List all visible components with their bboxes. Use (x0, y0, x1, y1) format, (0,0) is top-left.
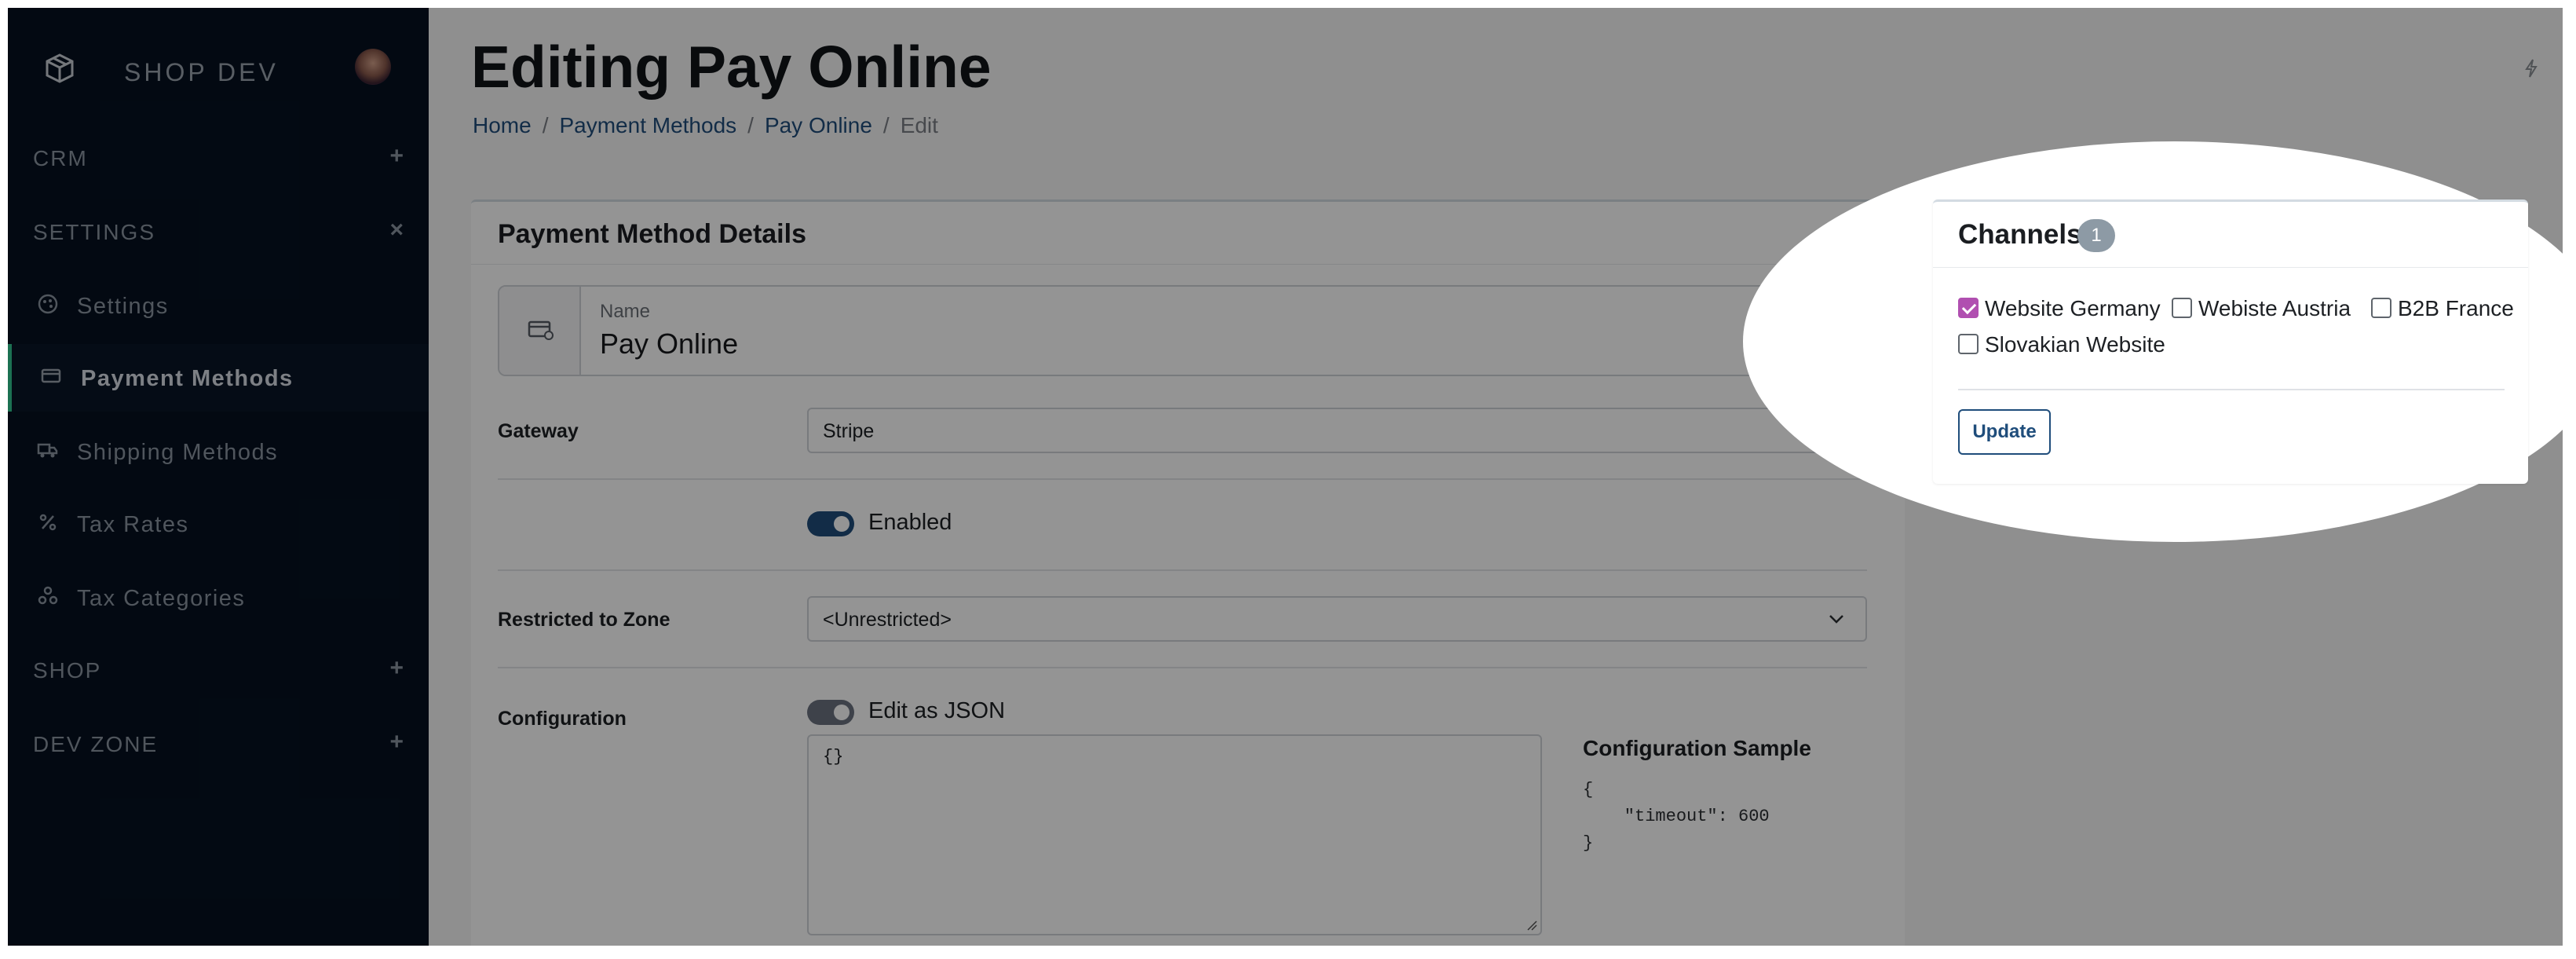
breadcrumb-separator: / (747, 113, 754, 137)
gift-box-logo-icon (46, 53, 74, 83)
chevron-down-icon (1829, 615, 1843, 624)
checkbox[interactable] (1958, 298, 1979, 318)
breadcrumb-pay-online[interactable]: Pay Online (765, 113, 872, 137)
channels-title: Channels (1958, 219, 2082, 250)
edit-as-json-label: Edit as JSON (868, 698, 1006, 723)
enabled-toggle[interactable] (807, 511, 854, 536)
gateway-select[interactable]: Stripe (807, 408, 1867, 453)
brand: SHOP DEV (31, 30, 408, 93)
truck-icon (37, 443, 58, 458)
sidebar-item-tax-rates[interactable]: Tax Rates (8, 490, 429, 558)
sidebar-item-tax-categories[interactable]: Tax Categories (8, 564, 429, 631)
enabled-label: Enabled (868, 510, 952, 535)
sidebar-item-label: Settings (77, 294, 169, 319)
channel-label: Website Germany (1985, 296, 2161, 320)
nav-group-label: DEV ZONE (33, 732, 159, 756)
update-button[interactable]: Update (1958, 409, 2051, 455)
configuration-label: Configuration (498, 708, 627, 730)
breadcrumb-current: Edit (900, 113, 938, 137)
page-title: Editing Pay Online (471, 34, 992, 100)
expand-icon[interactable]: + (389, 143, 404, 170)
edit-as-json-toggle[interactable] (807, 700, 854, 725)
divider (498, 478, 1867, 480)
gateway-select-value: Stripe (823, 420, 875, 442)
divider (1958, 389, 2505, 390)
configuration-sample-title: Configuration Sample (1583, 736, 1811, 760)
sidebar-item-label: Payment Methods (81, 366, 294, 391)
payment-method-details-card: Payment Method Details Name Pay Online G… (471, 199, 1905, 946)
channel-label: B2B France (2398, 296, 2514, 320)
breadcrumb-separator: / (882, 113, 890, 137)
credit-card-icon (41, 368, 61, 383)
name-input[interactable]: Pay Online (600, 328, 738, 361)
collapse-icon[interactable]: × (389, 217, 404, 243)
breadcrumb-home[interactable]: Home (473, 113, 532, 137)
avatar[interactable] (355, 49, 391, 85)
breadcrumb-payment-methods[interactable]: Payment Methods (559, 113, 736, 137)
nav-group-label: SETTINGS (33, 220, 156, 244)
divider (498, 667, 1867, 668)
breadcrumb-separator: / (542, 113, 549, 137)
resize-grip-icon[interactable] (1525, 918, 1537, 931)
sidebar-item-label: Shipping Methods (77, 440, 279, 465)
channel-checkbox-website-germany[interactable]: Website Germany (1958, 295, 2162, 321)
checkbox[interactable] (2172, 298, 2192, 318)
sidebar-item-settings[interactable]: Settings (8, 272, 429, 339)
nav-group-shop[interactable]: SHOP + (8, 638, 429, 701)
checkbox[interactable] (1958, 334, 1979, 354)
zone-select[interactable]: <Unrestricted> (807, 596, 1867, 642)
divider (498, 569, 1867, 571)
channel-checkbox-slovakian-website[interactable]: Slovakian Website (1958, 331, 2186, 357)
percent-icon (39, 514, 57, 531)
configuration-sample-code: { "timeout": 600 } (1583, 780, 1770, 853)
zone-label: Restricted to Zone (498, 609, 670, 631)
checkbox[interactable] (2371, 298, 2391, 318)
credit-card-icon (528, 320, 554, 340)
channels-count-badge: 1 (2077, 219, 2115, 252)
nav-group-dev-zone[interactable]: DEV ZONE + (8, 712, 429, 774)
configuration-json-textarea[interactable]: {} (807, 734, 1542, 935)
name-field[interactable]: Name Pay Online (498, 285, 1867, 376)
nav-group-settings[interactable]: SETTINGS × (8, 199, 429, 262)
sidebar-item-payment-methods[interactable]: Payment Methods (8, 344, 429, 412)
nav-group-label: CRM (33, 146, 88, 170)
channel-checkbox-b2b-france[interactable]: B2B France (2371, 295, 2525, 321)
expand-icon[interactable]: + (389, 729, 404, 756)
card-header: Payment Method Details (471, 202, 1905, 265)
expand-icon[interactable]: + (389, 655, 404, 682)
gateway-label: Gateway (498, 420, 579, 442)
sidebar-item-label: Tax Rates (77, 512, 189, 537)
sidebar-item-shipping-methods[interactable]: Shipping Methods (8, 418, 429, 485)
nav-group-crm[interactable]: CRM + (8, 126, 429, 189)
breadcrumb: Home / Payment Methods / Pay Online / Edit (473, 113, 938, 138)
channels-card: Channels 1 Website Germany Webiste Austr… (1933, 199, 2528, 484)
palette-icon (38, 294, 58, 314)
name-field-label: Name (600, 301, 651, 322)
zone-select-value: <Unrestricted> (823, 609, 952, 631)
sidebar-item-label: Tax Categories (77, 586, 246, 611)
channel-label: Webiste Austria (2198, 296, 2351, 320)
card-title: Payment Method Details (498, 219, 806, 249)
sidebar: SHOP DEV CRM + SETTINGS × Settings Payme… (8, 8, 429, 946)
categories-icon (38, 586, 58, 605)
brand-title: SHOP DEV (124, 58, 279, 86)
lightning-icon[interactable] (2523, 58, 2539, 79)
channel-checkbox-webiste-austria[interactable]: Webiste Austria (2172, 295, 2371, 321)
name-field-prefix (499, 287, 581, 375)
channel-label: Slovakian Website (1985, 332, 2165, 357)
nav-group-label: SHOP (33, 658, 102, 683)
card-header: Channels 1 (1933, 202, 2528, 268)
app-window: SHOP DEV CRM + SETTINGS × Settings Payme… (8, 8, 2563, 946)
json-value: {} (823, 747, 844, 767)
